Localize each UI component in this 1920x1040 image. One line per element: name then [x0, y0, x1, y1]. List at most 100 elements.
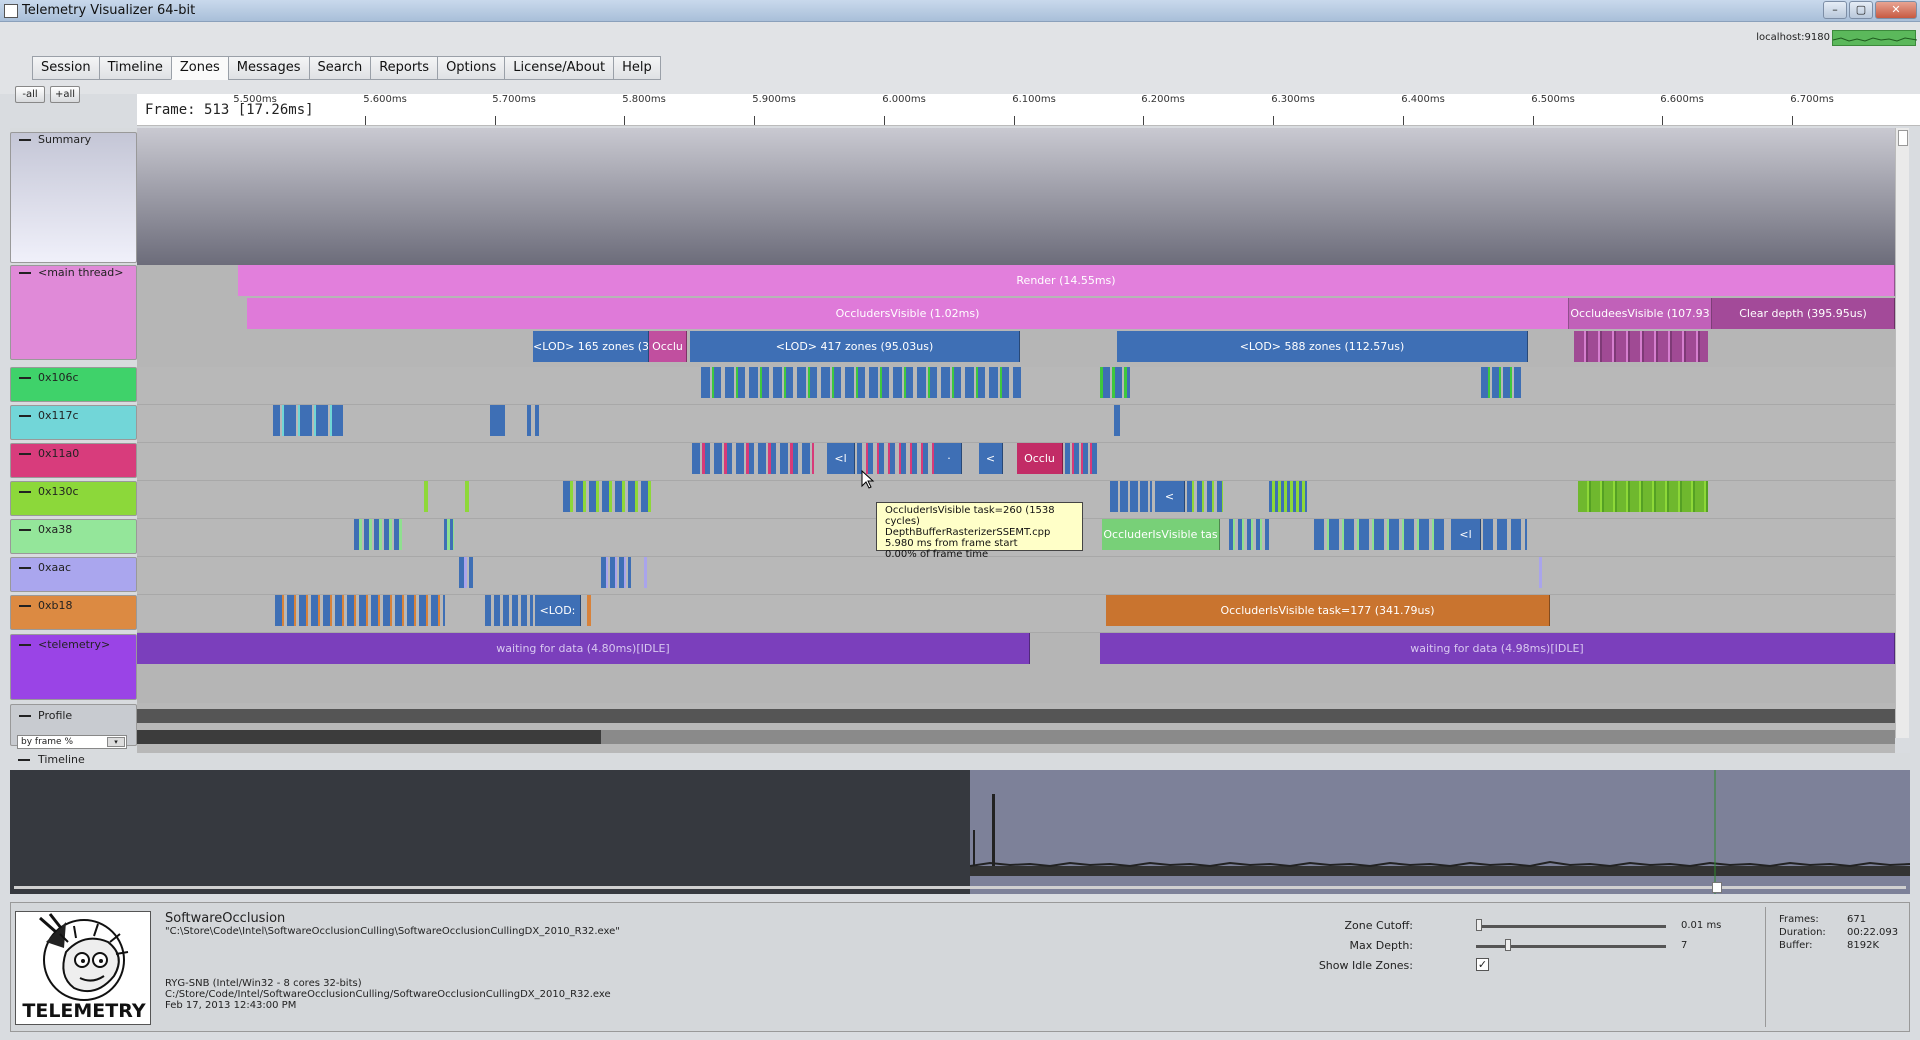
zone-cluster[interactable]: [1314, 519, 1446, 550]
ruler-tick: [365, 116, 366, 125]
frame-timeline[interactable]: [10, 770, 1910, 894]
zone-cluster[interactable]: [1100, 367, 1130, 398]
zone-lt-a38[interactable]: <l: [1451, 519, 1481, 550]
profile-mode-select[interactable]: by frame % ▾: [17, 735, 127, 749]
zone-cluster[interactable]: [527, 405, 541, 436]
zone-cluster[interactable]: [1065, 443, 1099, 474]
zone-cluster[interactable]: [1187, 481, 1223, 512]
zone-occluder-is-visible-b18[interactable]: OccluderIsVisible task=177 (341.79us): [1106, 595, 1550, 626]
zone-cluster[interactable]: [1110, 481, 1152, 512]
tab-options[interactable]: Options: [437, 56, 505, 80]
zone-block[interactable]: [1114, 405, 1120, 436]
zone-cluster[interactable]: [275, 595, 445, 626]
collapse-all-button[interactable]: -all: [15, 86, 45, 103]
zone-cluster[interactable]: [701, 367, 1021, 398]
expand-all-button[interactable]: +all: [50, 86, 80, 103]
zone-cluster[interactable]: [563, 481, 653, 512]
ruler-tick-label: 5.500ms: [233, 94, 277, 105]
tab-license-about[interactable]: License/About: [504, 56, 614, 80]
zone-block[interactable]: [490, 405, 505, 436]
zone-cluster-occludees[interactable]: [1574, 331, 1708, 362]
lane-label-0xb18[interactable]: 0xb18: [10, 595, 137, 630]
max-depth-slider[interactable]: [1505, 939, 1511, 951]
zones-scrollbar[interactable]: [1895, 128, 1909, 738]
chevron-down-icon[interactable]: ▾: [107, 737, 125, 747]
tab-reports[interactable]: Reports: [370, 56, 438, 80]
zone-lt-130c[interactable]: <: [1155, 481, 1185, 512]
zone-lod-165[interactable]: <LOD> 165 zones (3: [533, 331, 649, 362]
lane-label-text: 0x106c: [38, 371, 79, 384]
zone-cluster[interactable]: [485, 595, 533, 626]
zone-dot[interactable]: ·: [937, 443, 962, 474]
tab-messages[interactable]: Messages: [227, 56, 309, 80]
time-ruler[interactable]: Frame: 513 [17.26ms] 5.500ms 5.600ms 5.7…: [137, 94, 1920, 126]
zone-cluster[interactable]: [354, 519, 404, 550]
zone-cutoff-value: 0.01 ms: [1681, 920, 1722, 931]
zone-occluder-is-visible-a38[interactable]: OccluderIsVisible tas: [1102, 519, 1220, 550]
ruler-tick: [624, 116, 625, 125]
timeline-header[interactable]: Timeline: [10, 753, 1910, 770]
zone-block[interactable]: [424, 481, 428, 512]
zone-cluster[interactable]: [601, 557, 631, 588]
zone-lod-417[interactable]: <LOD> 417 zones (95.03us): [690, 331, 1020, 362]
zone-cutoff-track[interactable]: [1476, 925, 1666, 928]
lane-label-telemetry[interactable]: <telemetry>: [10, 634, 137, 700]
minimize-button[interactable]: –: [1823, 1, 1847, 19]
ruler-tick: [1143, 116, 1144, 125]
lane-label-0xaac[interactable]: 0xaac: [10, 557, 137, 592]
zones-plot[interactable]: Render (14.55ms) OccludersVisible (1.02m…: [137, 128, 1895, 753]
ruler-tick: [1273, 116, 1274, 125]
zone-occluders-visible[interactable]: OccludersVisible (1.02ms): [247, 298, 1569, 329]
zone-cluster[interactable]: [1483, 519, 1527, 550]
lane-label-0xa38[interactable]: 0xa38: [10, 519, 137, 554]
zone-occludees-visible[interactable]: OccludeesVisible (107.93: [1569, 298, 1712, 329]
lane-label-main-thread[interactable]: <main thread>: [10, 265, 137, 360]
zone-telemetry-wait-1[interactable]: waiting for data (4.80ms)[IDLE]: [137, 633, 1030, 664]
zone-cluster[interactable]: [444, 519, 454, 550]
zone-cutoff-slider[interactable]: [1476, 919, 1482, 931]
zone-block[interactable]: [1539, 557, 1542, 588]
lane-label-0x106c[interactable]: 0x106c: [10, 367, 137, 402]
zone-block[interactable]: [465, 481, 469, 512]
zone-cluster[interactable]: [1481, 367, 1521, 398]
zone-lt[interactable]: <l: [827, 443, 855, 474]
tab-zones[interactable]: Zones: [170, 56, 228, 80]
zone-occlu-11a0[interactable]: Occlu: [1017, 443, 1063, 474]
thread-lane-0x117c: [137, 405, 1895, 443]
zone-cluster[interactable]: [273, 405, 343, 436]
zone-lt2[interactable]: <: [979, 443, 1003, 474]
tab-search[interactable]: Search: [308, 56, 371, 80]
tab-session[interactable]: Session: [32, 56, 99, 80]
show-idle-label: Show Idle Zones:: [1318, 959, 1413, 972]
maximize-button[interactable]: ▢: [1849, 1, 1873, 19]
lane-label-0x117c[interactable]: 0x117c: [10, 405, 137, 440]
tab-timeline[interactable]: Timeline: [98, 56, 171, 80]
timeline-scrubber-thumb[interactable]: [1712, 882, 1722, 893]
tab-help[interactable]: Help: [613, 56, 661, 80]
zone-lod-588[interactable]: <LOD> 588 zones (112.57us): [1117, 331, 1528, 362]
zone-lod-b18[interactable]: <LOD:: [535, 595, 581, 626]
session-panel: TELEMETRY SoftwareOcclusion "C:\Store\Co…: [10, 902, 1910, 1032]
zone-cluster[interactable]: [459, 557, 473, 588]
zone-telemetry-wait-2[interactable]: waiting for data (4.98ms)[IDLE]: [1100, 633, 1895, 664]
zone-cluster[interactable]: [1578, 481, 1708, 512]
ruler-tick: [1533, 116, 1534, 125]
zone-clear-depth[interactable]: Clear depth (395.95us): [1712, 298, 1895, 329]
zone-cluster[interactable]: [1229, 519, 1269, 550]
lane-label-text: Profile: [38, 709, 73, 722]
zone-cluster[interactable]: [1269, 481, 1307, 512]
zone-occlu[interactable]: Occlu: [649, 331, 687, 362]
lane-label-0x11a0[interactable]: 0x11a0: [10, 443, 137, 478]
scrollbar-thumb[interactable]: [1898, 130, 1908, 146]
zone-render[interactable]: Render (14.55ms): [238, 265, 1895, 296]
lane-label-0x130c[interactable]: 0x130c: [10, 481, 137, 516]
lane-label-summary[interactable]: Summary: [10, 132, 137, 263]
show-idle-checkbox[interactable]: ✓: [1476, 958, 1489, 971]
timeline-scrubber-track[interactable]: [14, 886, 1906, 889]
close-button[interactable]: ✕: [1875, 1, 1917, 19]
zone-block[interactable]: [644, 557, 647, 588]
zone-block[interactable]: [587, 595, 591, 626]
frames-label: Frames:: [1779, 914, 1819, 925]
zone-cluster[interactable]: [692, 443, 814, 474]
main-thread-lane: Render (14.55ms) OccludersVisible (1.02m…: [137, 265, 1895, 367]
